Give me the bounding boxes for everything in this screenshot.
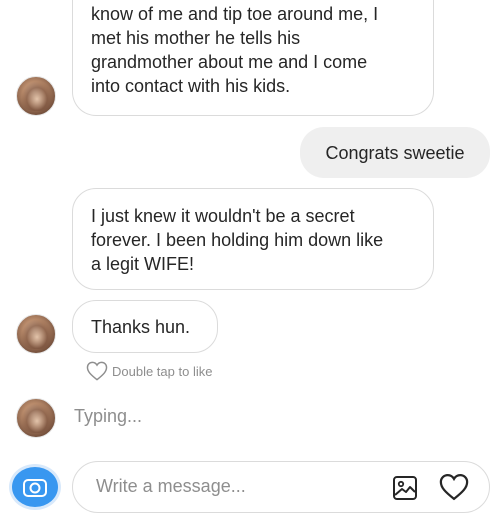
gallery-button[interactable]	[391, 474, 419, 502]
sender-avatar[interactable]	[16, 76, 56, 116]
incoming-message-bubble[interactable]: Thanks hun.	[72, 300, 218, 353]
message-text-line: know of me and tip toe around me, I	[91, 4, 379, 24]
heart-icon	[439, 473, 469, 501]
message-text-line: a legit WIFE!	[91, 254, 195, 274]
message-text-line: forever. I been holding him down like	[91, 230, 384, 250]
incoming-message-bubble[interactable]: I just knew it wouldn't be a secret fore…	[72, 188, 434, 290]
typing-indicator: Typing...	[74, 406, 143, 426]
outgoing-message-bubble[interactable]: Congrats sweetie	[300, 127, 490, 178]
message-text-line: grandmother about me and I come	[91, 52, 368, 72]
camera-icon	[23, 479, 47, 497]
sender-avatar[interactable]	[16, 314, 56, 354]
message-text-line: into contact with his kids.	[91, 76, 291, 96]
incoming-message-bubble[interactable]: know of me and tip toe around me, I met …	[72, 0, 434, 116]
message-input[interactable]	[96, 476, 376, 497]
like-hint[interactable]: Double tap to like	[86, 360, 212, 382]
message-text-line: met his mother he tells his	[91, 28, 301, 48]
message-text: Thanks hun.	[91, 316, 191, 337]
like-hint-text: Double tap to like	[112, 363, 213, 379]
heart-icon	[86, 361, 108, 381]
typing-avatar	[16, 398, 56, 438]
like-button[interactable]	[439, 473, 469, 501]
message-text: Congrats sweetie	[325, 142, 465, 163]
message-text-line: I just knew it wouldn't be a secret	[91, 206, 355, 226]
message-composer	[72, 461, 490, 513]
camera-button[interactable]	[9, 464, 61, 510]
image-icon	[393, 476, 417, 500]
